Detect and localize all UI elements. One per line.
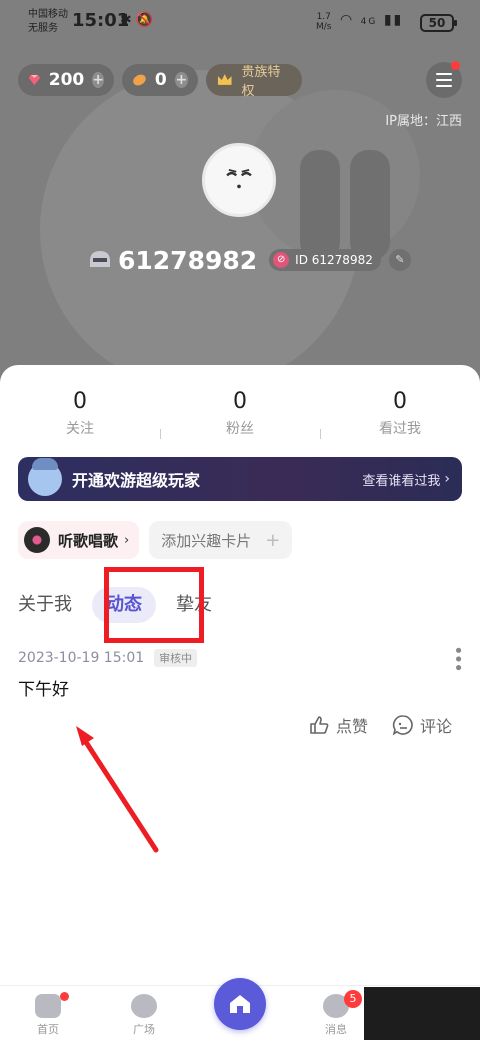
planet-icon: [131, 994, 157, 1018]
vip-label: 贵族特权: [241, 65, 281, 99]
nickname: 61278982: [118, 245, 258, 275]
post-date: 2023-10-19 15:01: [18, 649, 145, 666]
carrier-status: 无服务: [28, 23, 58, 34]
avatar-face-icon: [226, 169, 252, 189]
stat-fans[interactable]: 0 粉丝: [160, 389, 320, 438]
post-actions: 点赞 评论: [284, 713, 452, 737]
stat-divider: [160, 429, 161, 439]
add-interest-card-button[interactable]: 添加兴趣卡片 +: [149, 521, 293, 559]
nav-home-feed[interactable]: 首页: [18, 992, 78, 1037]
add-interest-label: 添加兴趣卡片: [161, 531, 252, 550]
nav-square[interactable]: 广场: [114, 994, 174, 1037]
ip-location: IP属地：江西: [385, 114, 462, 129]
add-coins-icon[interactable]: +: [174, 72, 188, 88]
user-id-badge[interactable]: ⊘ ID 61278982: [269, 249, 381, 271]
super-player-banner[interactable]: 开通欢游超级玩家 查看谁看过我 ›: [18, 457, 462, 501]
net-speed-unit: M/s: [316, 22, 332, 32]
tab-about[interactable]: 关于我: [18, 587, 72, 623]
battery-icon: 50: [420, 14, 457, 32]
gem-balance-chip[interactable]: 200 +: [18, 64, 114, 96]
mascot-icon: [28, 458, 62, 496]
stat-value: 0: [73, 389, 87, 414]
menu-icon-line: [436, 79, 452, 81]
plus-icon: +: [265, 529, 281, 551]
add-gems-icon[interactable]: +: [92, 72, 104, 88]
stat-value: 0: [393, 389, 407, 414]
interest-tags: 听歌唱歌 › 添加兴趣卡片 +: [18, 521, 293, 559]
chevron-right-icon: ›: [444, 471, 450, 487]
nav-label: 广场: [133, 1023, 155, 1036]
edit-profile-icon[interactable]: ✎: [388, 249, 411, 271]
comment-button[interactable]: 评论: [392, 713, 452, 737]
nav-messages[interactable]: 消息 5: [306, 990, 366, 1037]
user-id: ID 61278982: [295, 253, 373, 267]
chevron-right-icon: ›: [124, 532, 130, 548]
like-button[interactable]: 点赞: [308, 713, 368, 737]
like-label: 点赞: [335, 717, 368, 736]
post-meta: 2023-10-19 15:01 审核中 •••: [18, 645, 468, 671]
stat-visitors[interactable]: 0 看过我: [320, 389, 480, 438]
notification-dot: [60, 992, 69, 1001]
signal-icons: ◠ 4G ▮▮: [340, 12, 403, 28]
home-icon: [230, 995, 250, 1013]
post-content: 下午好: [18, 680, 69, 700]
stat-label: 粉丝: [226, 421, 254, 437]
gamepad-icon: [35, 994, 61, 1018]
mute-icon: 🔕: [135, 12, 158, 28]
wifi-icon: ◠: [340, 12, 355, 28]
interest-tag-label: 听歌唱歌: [58, 531, 119, 550]
signal-icon: ▮▮: [383, 12, 404, 28]
stat-following[interactable]: 0 关注: [0, 389, 160, 438]
carrier-text: 中国移动 无服务: [28, 8, 68, 36]
gem-count: 200: [48, 70, 85, 90]
comment-icon: [392, 715, 413, 736]
stat-divider: [320, 429, 321, 439]
menu-notification-dot: [451, 61, 460, 70]
menu-icon-line: [436, 73, 452, 75]
menu-icon-line: [436, 85, 452, 87]
status-bar: 中国移动 无服务 15:01 ✱🔕 1.7 M/s ◠ 4G ▮▮ 50: [0, 0, 480, 46]
banner-title: 开通欢游超级玩家: [72, 471, 201, 490]
annotation-arrow-icon: [76, 726, 159, 853]
coin-balance-chip[interactable]: 0 +: [122, 64, 198, 96]
thumbs-up-icon: [310, 716, 329, 734]
bean-icon: [133, 74, 146, 86]
net-speed: 1.7 M/s: [316, 12, 332, 32]
vip-privilege-chip[interactable]: 贵族特权: [206, 64, 302, 99]
diamond-icon: [28, 75, 41, 85]
stat-label: 看过我: [379, 421, 421, 437]
interest-tag-song[interactable]: 听歌唱歌 ›: [18, 521, 140, 559]
profile-card: 0 关注 0 粉丝 0 看过我 开通欢游超级玩家 查看谁看过我 › 听歌唱歌 ›…: [0, 365, 480, 985]
id-icon: ⊘: [273, 252, 290, 268]
nav-home-button[interactable]: [214, 978, 266, 1030]
avatar[interactable]: [202, 143, 276, 217]
stat-label: 关注: [66, 421, 94, 437]
bluetooth-icon: ✱: [120, 12, 136, 28]
level-helmet-icon: [90, 251, 110, 267]
message-count-badge: 5: [344, 990, 362, 1008]
more-options-icon[interactable]: •••: [447, 645, 468, 671]
user-name-row: 61278982 ⊘ ID 61278982 ✎: [88, 243, 411, 277]
signal-type: 4G: [360, 17, 378, 27]
stats-row: 0 关注 0 粉丝 0 看过我: [0, 389, 480, 439]
carrier-name: 中国移动: [28, 9, 68, 20]
stat-value: 0: [233, 389, 247, 414]
net-speed-value: 1.7: [316, 12, 331, 22]
screen-corner-overlay: [364, 987, 480, 1040]
music-disc-icon: [24, 527, 50, 553]
status-icons: ✱🔕: [120, 12, 157, 28]
crown-icon: [217, 74, 232, 85]
coin-count: 0: [154, 70, 167, 90]
nav-label: 首页: [37, 1023, 59, 1036]
nav-label: 消息: [325, 1023, 347, 1036]
post-status-badge: 审核中: [154, 648, 198, 667]
comment-label: 评论: [419, 717, 452, 736]
annotation-highlight-box: [104, 567, 204, 643]
banner-link[interactable]: 查看谁看过我: [362, 470, 440, 489]
